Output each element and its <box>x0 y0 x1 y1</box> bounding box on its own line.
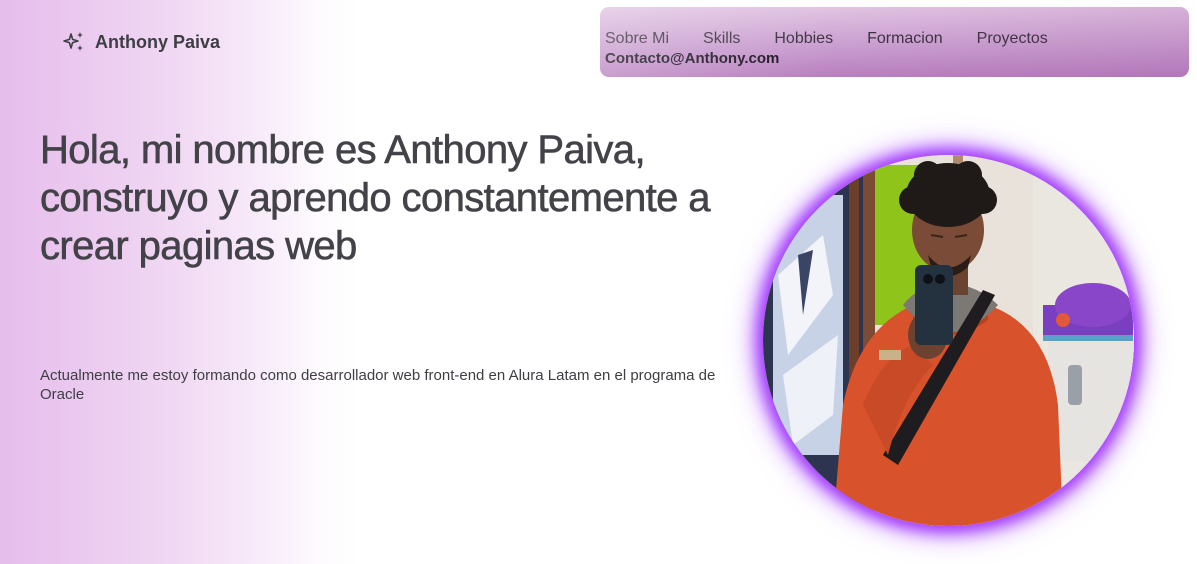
sparkles-icon <box>63 32 83 51</box>
nav-link-skills[interactable]: Skills <box>703 30 740 48</box>
hero-description: Actualmente me estoy formando como desar… <box>40 367 716 403</box>
page: Anthony Paiva Sobre Mi Skills Hobbies Fo… <box>0 0 1197 564</box>
nav-link-sobre-mi[interactable]: Sobre Mi <box>605 30 669 48</box>
nav-link-hobbies[interactable]: Hobbies <box>774 30 833 48</box>
nav-links: Sobre Mi Skills Hobbies Formacion Proyec… <box>605 30 1082 48</box>
profile-photo <box>763 155 1134 526</box>
nav-link-formacion[interactable]: Formacion <box>867 30 943 48</box>
nav-link-proyectos[interactable]: Proyectos <box>977 30 1048 48</box>
profile-photo-illustration <box>763 155 1134 526</box>
navigation-bar: Sobre Mi Skills Hobbies Formacion Proyec… <box>600 7 1189 77</box>
hero-title: Hola, mi nombre es Anthony Paiva, constr… <box>40 128 711 269</box>
brand[interactable]: Anthony Paiva <box>62 30 220 54</box>
brand-name: Anthony Paiva <box>95 31 221 52</box>
nav-contact-email[interactable]: Contacto@Anthony.com <box>605 50 779 67</box>
